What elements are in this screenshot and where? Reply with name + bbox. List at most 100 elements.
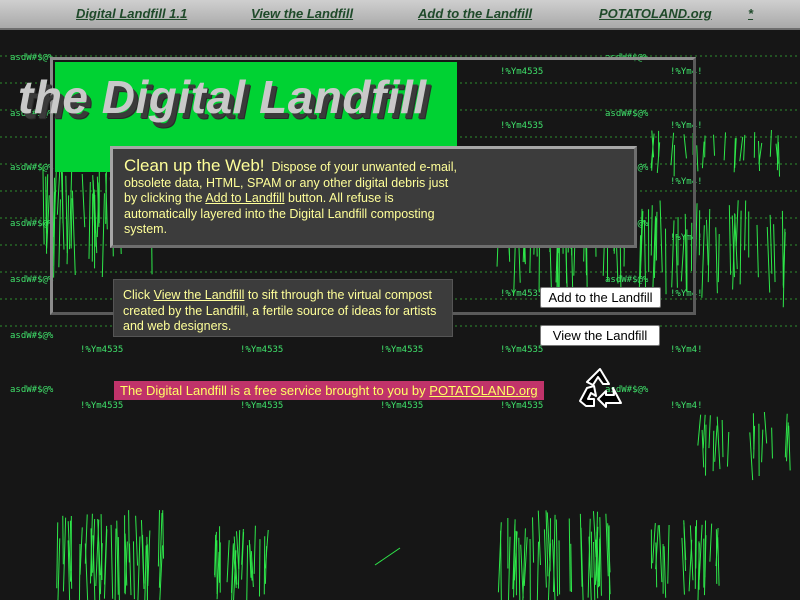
view-panel: Click View the Landfill to sift through … — [113, 279, 453, 337]
garbage-text: !%Ym4535 — [240, 345, 283, 355]
debris-scribble — [128, 543, 132, 596]
debris-scribble — [147, 530, 151, 587]
debris-scribble — [116, 520, 119, 595]
debris-scribble — [110, 524, 114, 599]
debris-scribble — [757, 140, 761, 172]
debris-scribble — [157, 510, 160, 567]
garbage-text: asdW#$@% — [10, 385, 54, 395]
garbage-text: asdW#$@% — [10, 275, 54, 285]
nav-link-star[interactable]: * — [748, 6, 753, 21]
debris-scribble — [605, 513, 609, 577]
debris-scribble — [78, 544, 81, 600]
debris-scribble — [716, 416, 721, 470]
nav-link-add-landfill[interactable]: Add to the Landfill — [418, 6, 532, 21]
view-text: Click — [123, 288, 151, 302]
debris-scribble — [132, 541, 135, 600]
debris-scribble — [749, 432, 754, 481]
debris-scribble — [513, 523, 516, 598]
debris-scribble — [137, 536, 141, 600]
debris-scribble — [715, 227, 718, 294]
debris-scribble — [726, 431, 730, 467]
garbage-text: !%Ym4! — [670, 401, 703, 411]
debris-scribble — [135, 515, 139, 566]
debris-scribble — [714, 425, 718, 462]
garbage-text: asdW#$@% — [10, 53, 54, 63]
nav-link-potatoland[interactable]: POTATOLAND.org — [599, 6, 712, 21]
clean-up-panel: Clean up the Web! Dispose of your unwant… — [110, 146, 637, 248]
debris-scribble — [555, 519, 559, 597]
debris-scribble — [90, 528, 93, 577]
debris-scribble — [56, 522, 59, 589]
debris-scribble — [374, 547, 401, 566]
nav-link-view-landfill[interactable]: View the Landfill — [251, 6, 353, 21]
debris-scribble — [62, 517, 67, 592]
debris-scribble — [42, 166, 45, 245]
debris-scribble — [717, 537, 720, 586]
debris-scribble — [162, 510, 165, 559]
debris-scribble — [771, 427, 773, 459]
garbage-text: !%Ym4535 — [240, 401, 283, 411]
debris-scribble — [713, 134, 716, 156]
debris-scribble — [128, 510, 130, 563]
debris-scribble — [518, 537, 521, 600]
debris-scribble — [62, 515, 64, 565]
nav-link-digital-landfill[interactable]: Digital Landfill 1.1 — [76, 6, 187, 21]
debris-scribble — [712, 430, 715, 472]
view-the-landfill-button[interactable]: View the Landfill — [540, 325, 660, 346]
debris-scribble — [593, 541, 596, 600]
debris-scribble — [144, 545, 147, 600]
garbage-text: !%Ym4535 — [380, 401, 423, 411]
debris-scribble — [739, 210, 742, 285]
garbage-text: !%Ym4! — [670, 345, 703, 355]
debris-scribble — [84, 543, 89, 600]
debris-scribble — [723, 132, 727, 161]
garbage-text: asdW#$@% — [10, 163, 54, 173]
debris-scribble — [667, 525, 670, 584]
debris-scribble — [705, 219, 709, 266]
debris-scribble — [743, 134, 746, 161]
view-the-landfill-link[interactable]: View the Landfill — [154, 288, 245, 302]
garbage-text: !%Ym4535 — [80, 345, 123, 355]
debris-scribble — [508, 536, 511, 600]
debris-scribble — [717, 233, 720, 283]
garbage-text: !%Ym4535 — [500, 401, 543, 411]
add-to-landfill-link[interactable]: Add to Landfill — [205, 191, 284, 205]
footer-banner: The Digital Landfill is a free service b… — [114, 381, 544, 400]
debris-scribble — [761, 429, 764, 463]
debris-scribble — [236, 531, 240, 570]
debris-scribble — [114, 528, 117, 600]
debris-scribble — [696, 145, 699, 172]
potatoland-link[interactable]: POTATOLAND.org — [429, 383, 537, 398]
debris-scribble — [543, 529, 547, 588]
debris-scribble — [735, 200, 739, 246]
debris-scribble — [744, 200, 747, 251]
debris-scribble — [536, 541, 540, 600]
debris-scribble — [264, 546, 268, 584]
debris-scribble — [702, 414, 706, 449]
footer-text: The Digital Landfill is a free service b… — [120, 383, 426, 398]
debris-scribble — [776, 135, 779, 171]
top-nav-bar: Digital Landfill 1.1 View the Landfill A… — [0, 0, 800, 30]
debris-scribble — [663, 546, 667, 598]
debris-scribble — [520, 544, 524, 599]
debris-scribble — [766, 227, 771, 293]
debris-scribble — [707, 209, 711, 283]
debris-scribble — [721, 420, 724, 458]
debris-scribble — [658, 525, 663, 583]
debris-scribble — [769, 130, 772, 157]
logo-title: the Digital Landfill — [18, 71, 427, 123]
debris-scribble — [246, 545, 249, 600]
debris-scribble — [777, 141, 781, 177]
debris-scribble — [142, 534, 145, 584]
garbage-text: asdW#$@% — [10, 331, 54, 341]
debris-scribble — [763, 411, 768, 444]
debris-scribble — [590, 531, 593, 578]
recycle-icon — [579, 368, 622, 408]
add-to-landfill-button[interactable]: Add to the Landfill — [540, 287, 661, 308]
debris-scribble — [558, 540, 561, 595]
debris-scribble — [701, 141, 705, 169]
debris-scribble — [788, 425, 791, 471]
debris-scribble — [728, 205, 732, 275]
debris-scribble — [739, 136, 744, 162]
debris-scribble — [681, 537, 685, 595]
